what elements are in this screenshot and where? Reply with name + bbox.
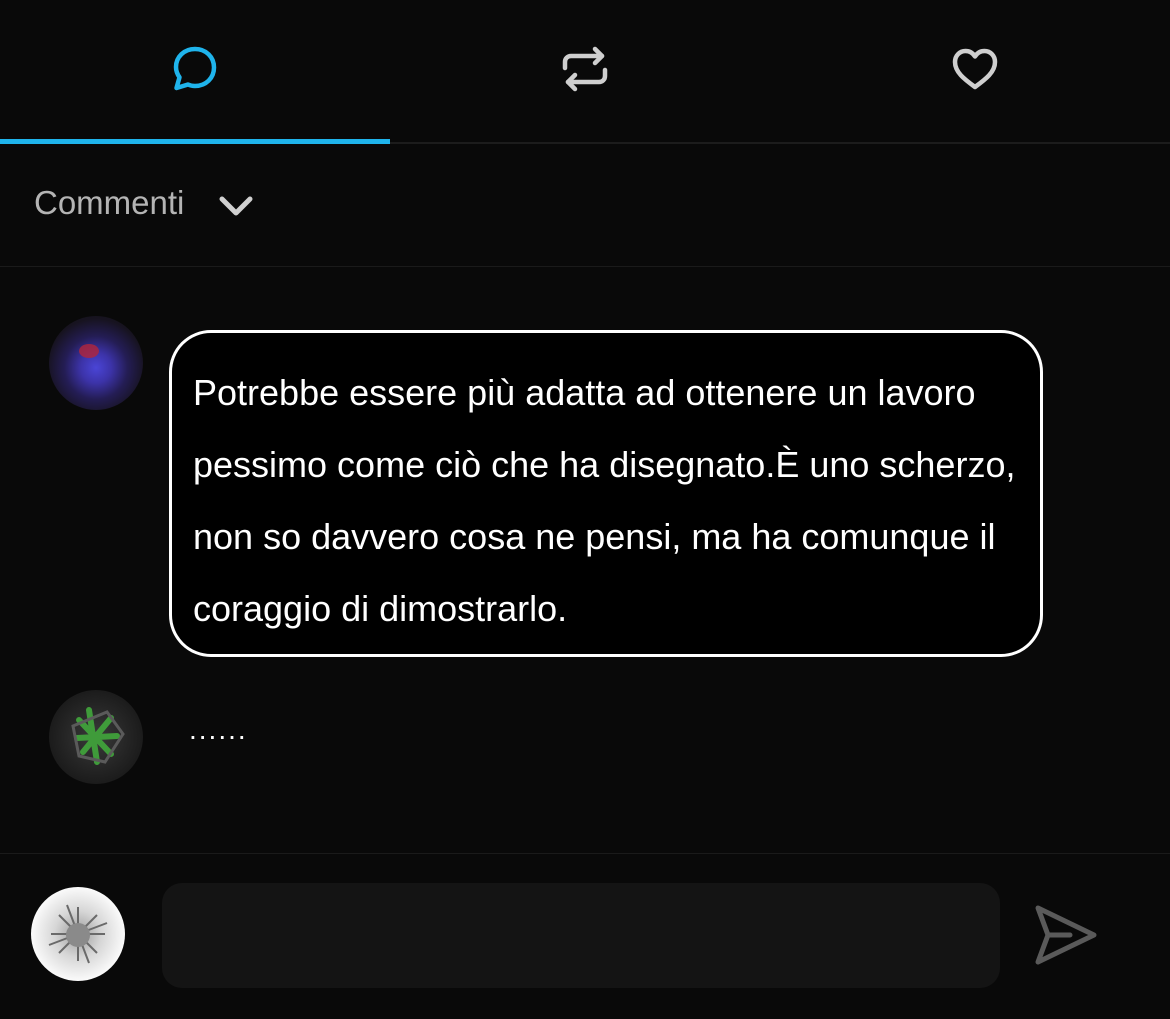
avatar[interactable] <box>31 887 125 981</box>
avatar[interactable] <box>49 316 143 410</box>
comment-icon <box>173 46 217 91</box>
comments-filter-row: Commenti <box>0 144 1170 267</box>
tab-likes[interactable] <box>780 0 1170 142</box>
tab-comments[interactable] <box>0 0 390 144</box>
comment-text: ...... <box>189 714 248 745</box>
tab-bar <box>0 0 1170 144</box>
chevron-down-icon <box>219 196 253 216</box>
avatar[interactable] <box>49 690 143 784</box>
comments-filter-dropdown[interactable]: Commenti <box>34 182 254 224</box>
filter-label: Commenti <box>34 184 185 221</box>
send-icon <box>1035 905 1097 965</box>
tab-reposts[interactable] <box>390 0 780 142</box>
comment-input[interactable] <box>162 883 1000 988</box>
send-button[interactable] <box>1030 902 1102 968</box>
comment-bubble: Potrebbe essere più adatta ad ottenere u… <box>169 330 1043 657</box>
heart-icon <box>952 48 998 90</box>
comment-composer <box>0 853 1170 1019</box>
comment-text: Potrebbe essere più adatta ad ottenere u… <box>193 372 1016 629</box>
repost-icon <box>562 46 608 92</box>
